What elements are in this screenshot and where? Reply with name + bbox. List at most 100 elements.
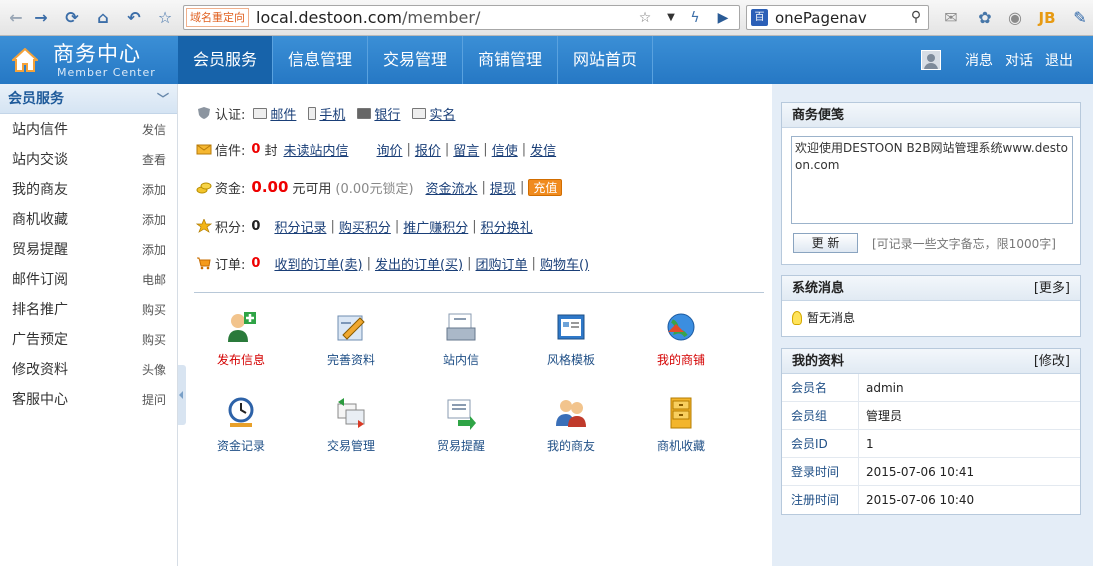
shortcut-item[interactable]: 风格模板 [526,310,616,380]
sidebar-item-action[interactable]: 购买 [142,331,166,348]
sidebar-collapse-handle[interactable] [178,365,186,425]
star-icon[interactable]: ☆ [155,8,175,28]
sidebar-item-action[interactable]: 头像 [142,361,166,378]
funds-flow-link[interactable]: 资金流水 [426,178,478,197]
template-icon[interactable] [554,310,588,344]
unread-mail-link[interactable]: 未读站内信 [283,140,348,159]
nav-shop-manage[interactable]: 商铺管理 [463,36,558,84]
messenger-link[interactable]: 信使 [492,140,518,159]
points-record-link[interactable]: 积分记录 [274,217,326,236]
forward-icon[interactable]: → [31,8,51,28]
nav-site-home[interactable]: 网站首页 [558,36,653,84]
notepad-textarea[interactable]: 欢迎使用DESTOON B2B网站管理系统www.destoon.com [791,136,1073,224]
redeem-points-link[interactable]: 积分换礼 [481,217,533,236]
edit-profile-link[interactable]: [修改] [1034,349,1070,374]
dropdown-icon[interactable]: ▼ [662,9,680,27]
friends-icon[interactable] [554,396,588,430]
chat-link[interactable]: 对话 [1005,50,1033,70]
buy-points-link[interactable]: 购买积分 [339,217,391,236]
sidebar-item-label[interactable]: 修改资料 [12,359,68,379]
update-button[interactable]: 更 新 [793,233,858,253]
shortcut-item[interactable]: 资金记录 [196,396,286,466]
url-text[interactable]: local.destoon.com/member/ [256,8,480,28]
shortcut-item[interactable]: 贸易提醒 [416,396,506,466]
received-orders-link[interactable]: 收到的订单(卖) [274,254,362,273]
cabinet-icon[interactable] [664,396,698,430]
sidebar-item[interactable]: 贸易提醒 添加 [0,234,177,264]
sidebar-item-label[interactable]: 我的商友 [12,179,68,199]
inbox-icon[interactable] [444,310,478,344]
search-bar[interactable]: 百 onePagenav ⚲ [746,5,929,30]
sidebar-item-label[interactable]: 邮件订阅 [12,269,68,289]
jb-icon[interactable]: JB [1037,8,1057,28]
shortcut-label[interactable]: 发布信息 [196,351,286,368]
sidebar-item-label[interactable]: 站内交谈 [12,149,68,169]
auth-email-link[interactable]: 邮件 [270,104,296,123]
extension-icon[interactable]: ✿ [975,8,995,28]
clock-icon[interactable] [224,396,258,430]
speed-icon[interactable]: ϟ [686,9,704,27]
go-icon[interactable]: ▶ [714,9,732,27]
shortcut-label[interactable]: 风格模板 [526,351,616,368]
sidebar-item-label[interactable]: 贸易提醒 [12,239,68,259]
bookmark-star-icon[interactable]: ☆ [636,9,654,27]
sidebar-item[interactable]: 邮件订阅 电邮 [0,264,177,294]
sidebar-item-action[interactable]: 查看 [142,151,166,168]
recharge-button[interactable]: 充值 [528,178,563,196]
shortcut-item[interactable]: 我的商友 [526,396,616,466]
sidebar-title[interactable]: 会员服务 ﹀ [0,84,177,114]
chevron-down-icon[interactable]: ﹀ [157,84,169,114]
trade-icon[interactable] [334,396,368,430]
sidebar-item-action[interactable]: 添加 [142,241,166,258]
globe-icon[interactable]: ◉ [1005,8,1025,28]
shortcut-label[interactable]: 我的商铺 [636,351,726,368]
sidebar-item-action[interactable]: 添加 [142,181,166,198]
inquiry-link[interactable]: 询价 [376,140,402,159]
mail-icon[interactable]: ✉ [941,8,961,28]
sidebar-item-action[interactable]: 购买 [142,301,166,318]
sidebar-item[interactable]: 站内交谈 查看 [0,144,177,174]
sidebar-item[interactable]: 修改资料 头像 [0,354,177,384]
logout-link[interactable]: 退出 [1045,50,1073,70]
sidebar-item-action[interactable]: 发信 [142,121,166,138]
reminder-icon[interactable] [444,396,478,430]
promote-points-link[interactable]: 推广赚积分 [403,217,468,236]
reload-icon[interactable]: ⟳ [62,8,82,28]
sidebar-item[interactable]: 客服中心 提问 [0,384,177,414]
shortcut-item[interactable]: 完善资料 [306,310,396,380]
avatar[interactable] [921,50,941,70]
shortcut-label[interactable]: 商机收藏 [636,437,726,454]
sidebar-item-label[interactable]: 商机收藏 [12,209,68,229]
search-icon[interactable]: ⚲ [906,8,926,27]
sidebar-item[interactable]: 商机收藏 添加 [0,204,177,234]
shortcut-item[interactable]: 商机收藏 [636,396,726,466]
sidebar-item-label[interactable]: 站内信件 [12,119,68,139]
url-bar[interactable]: 域名重定向 local.destoon.com/member/ ☆ ▼ ϟ ▶ [183,5,740,30]
sidebar-item[interactable]: 排名推广 购买 [0,294,177,324]
shortcut-label[interactable]: 资金记录 [196,437,286,454]
quote-link[interactable]: 报价 [415,140,441,159]
shortcut-item[interactable]: 交易管理 [306,396,396,466]
sidebar-item-action[interactable]: 提问 [142,391,166,408]
sidebar-item-action[interactable]: 电邮 [142,271,166,288]
shortcut-item[interactable]: 我的商铺 [636,310,726,380]
sent-orders-link[interactable]: 发出的订单(买) [375,254,463,273]
home-icon[interactable]: ⌂ [93,8,113,28]
message-link[interactable]: 留言 [453,140,479,159]
sidebar-item[interactable]: 广告预定 购买 [0,324,177,354]
group-orders-link[interactable]: 团购订单 [476,254,528,273]
search-engine-icon[interactable]: 百 [751,9,768,26]
shortcut-item[interactable]: 站内信 [416,310,506,380]
messages-link[interactable]: 消息 [965,50,993,70]
publish-user-icon[interactable] [224,310,258,344]
withdraw-link[interactable]: 提现 [490,178,516,197]
nav-trade-manage[interactable]: 交易管理 [368,36,463,84]
auth-bank-link[interactable]: 银行 [374,104,400,123]
sidebar-item[interactable]: 站内信件 发信 [0,114,177,144]
nav-info-manage[interactable]: 信息管理 [273,36,368,84]
sidebar-item-label[interactable]: 广告预定 [12,329,68,349]
back-icon[interactable]: ← [6,8,26,28]
wrench-icon[interactable]: ✎ [1070,8,1090,28]
shopping-cart-link[interactable]: 购物车() [540,254,589,273]
auth-realname-link[interactable]: 实名 [429,104,455,123]
